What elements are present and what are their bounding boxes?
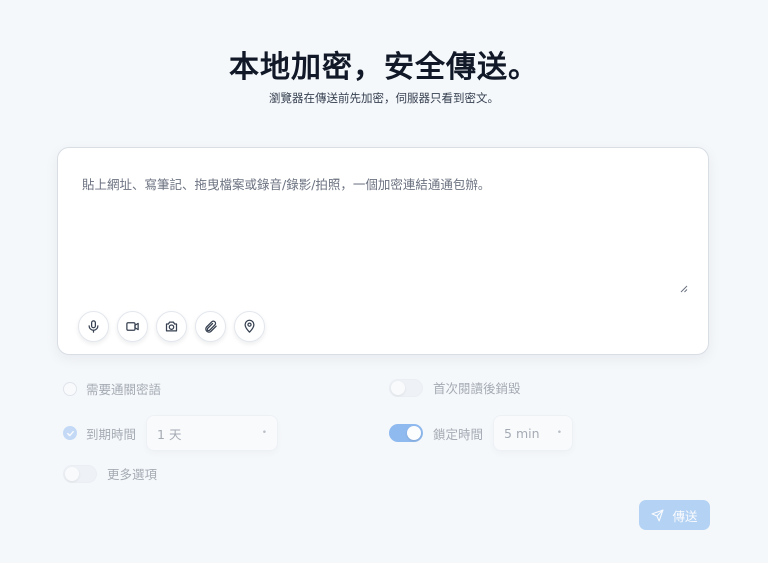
expiry-select-value: 1 天 xyxy=(157,426,182,442)
location-pin-icon xyxy=(244,319,255,333)
more-options-label: 更多選項 xyxy=(107,467,158,482)
paperclip-icon xyxy=(205,320,217,333)
page-title: 本地加密，安全傳送。 xyxy=(229,50,539,85)
media-toolbar xyxy=(78,311,265,342)
expiry-option: 到期時間 1 天 • xyxy=(63,415,279,451)
record-video-button[interactable] xyxy=(117,311,148,342)
page-subtitle: 瀏覽器在傳送前先加密，伺服器只看到密文。 xyxy=(269,91,499,105)
lock-time-select[interactable]: 5 min • xyxy=(493,415,574,451)
more-options-option[interactable]: 更多選項 xyxy=(63,464,157,483)
passphrase-checkbox[interactable] xyxy=(63,381,77,396)
burn-after-read-toggle[interactable] xyxy=(389,378,423,397)
expiry-select[interactable]: 1 天 • xyxy=(146,415,279,451)
lock-time-select-value: 5 min xyxy=(504,425,540,441)
video-camera-icon xyxy=(126,322,139,331)
record-audio-button[interactable] xyxy=(78,311,109,342)
burn-after-read-option[interactable]: 首次閱讀後銷毀 xyxy=(389,378,521,397)
attach-file-button[interactable] xyxy=(195,311,226,342)
microphone-icon xyxy=(88,320,99,333)
chevron-down-icon: • xyxy=(261,428,268,438)
resize-handle-icon[interactable] xyxy=(680,285,688,293)
message-input[interactable] xyxy=(74,168,692,296)
share-location-button[interactable] xyxy=(234,311,265,342)
send-button[interactable]: 傳送 xyxy=(639,500,710,530)
composer-card xyxy=(57,147,709,355)
take-photo-button[interactable] xyxy=(156,311,187,342)
lock-time-label: 鎖定時間 xyxy=(433,426,484,442)
more-options-toggle[interactable] xyxy=(63,464,97,483)
camera-icon xyxy=(165,321,178,332)
passphrase-option[interactable]: 需要通關密語 xyxy=(63,379,161,398)
passphrase-label: 需要通關密語 xyxy=(86,382,162,397)
burn-after-read-label: 首次閱讀後銷毀 xyxy=(433,381,521,396)
expiry-checkbox[interactable] xyxy=(63,426,77,440)
send-button-label: 傳送 xyxy=(672,508,698,524)
checkmark-icon xyxy=(66,430,74,436)
lock-time-toggle[interactable] xyxy=(389,424,423,442)
paper-plane-icon xyxy=(652,509,664,521)
expiry-label: 到期時間 xyxy=(86,426,137,442)
lock-time-option: 鎖定時間 5 min • xyxy=(389,415,574,451)
chevron-down-icon: • xyxy=(556,428,563,438)
